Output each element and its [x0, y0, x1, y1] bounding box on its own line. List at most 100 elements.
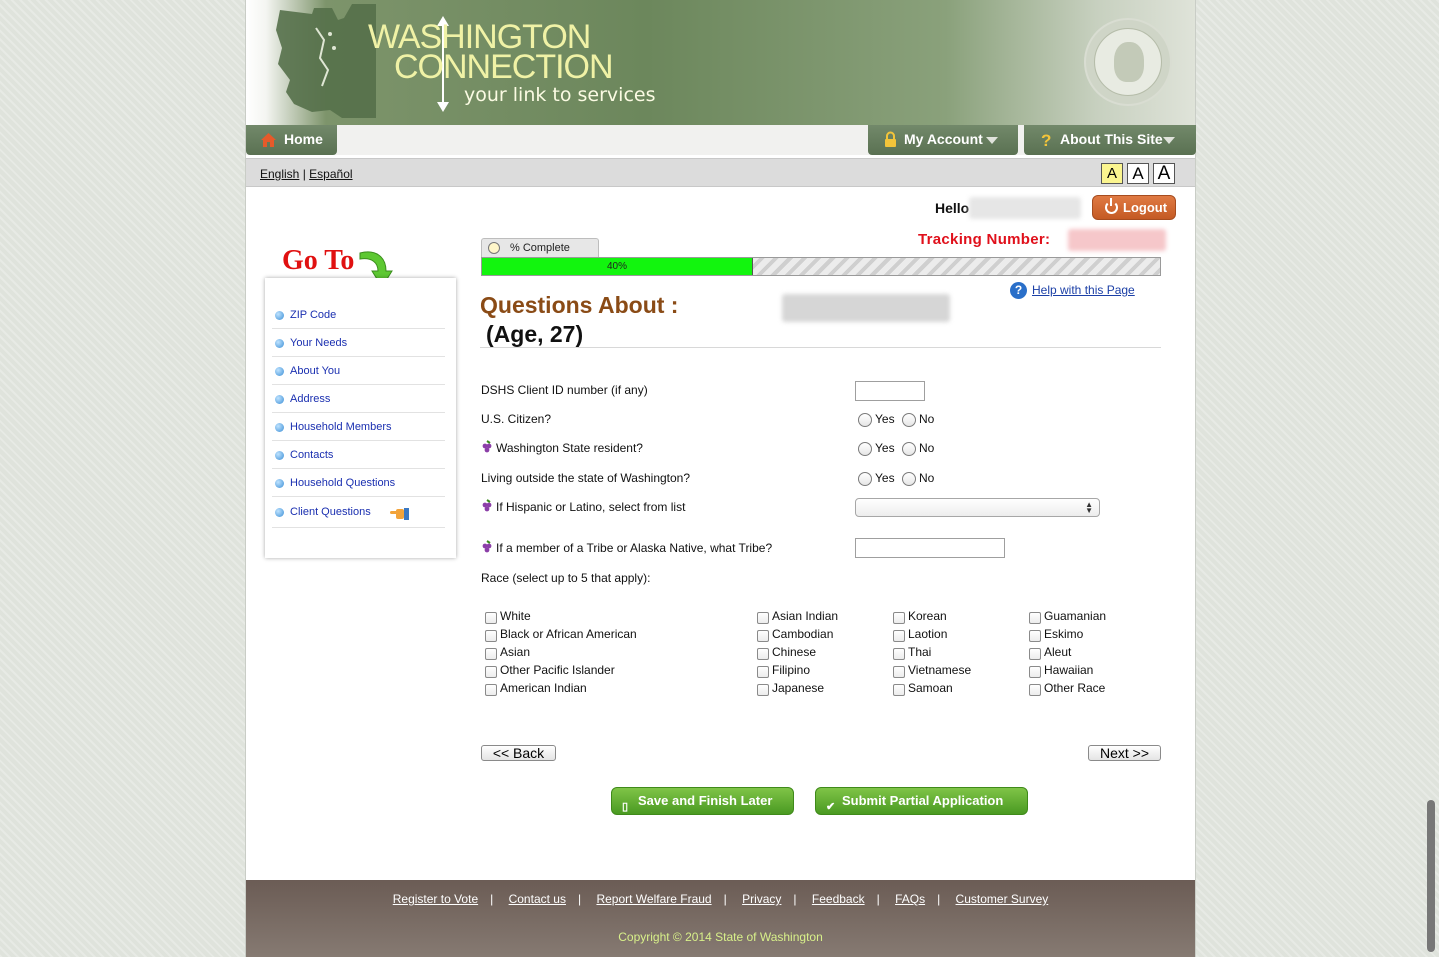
language-english-link[interactable]: English	[260, 167, 299, 181]
footer-link-privacy[interactable]: Privacy	[742, 892, 781, 906]
resident-label-text: Washington State resident?	[496, 441, 643, 455]
outside-yes-radio[interactable]	[858, 472, 872, 486]
citizen-yes-radio[interactable]	[858, 413, 872, 427]
sidebar-item-label: Your Needs	[290, 337, 348, 349]
footer-separator: |	[577, 892, 582, 906]
next-button[interactable]: Next >>	[1088, 745, 1161, 761]
race-checkbox[interactable]	[485, 684, 497, 696]
race-checkbox[interactable]	[893, 684, 905, 696]
language-spanish-link[interactable]: Español	[309, 167, 352, 181]
page-subtitle-age: (Age, 27)	[486, 321, 584, 347]
sidebar-item-about-you[interactable]: About You	[272, 357, 445, 385]
washington-map-icon	[276, 4, 376, 118]
client-id-input[interactable]	[855, 381, 925, 401]
footer-link-register-vote[interactable]: Register to Vote	[393, 892, 478, 906]
race-label-cambodian: Cambodian	[772, 627, 834, 641]
race-checkbox[interactable]	[757, 630, 769, 642]
race-checkbox[interactable]	[1029, 684, 1041, 696]
scrollbar[interactable]	[1427, 800, 1435, 952]
chevron-down-icon	[1163, 137, 1175, 144]
nav-home[interactable]: Home	[246, 125, 337, 155]
sidebar-item-label: ZIP Code	[290, 309, 337, 321]
sidebar-item-household-members[interactable]: Household Members	[272, 413, 445, 441]
bullet-icon	[275, 339, 284, 348]
bullet-icon	[275, 423, 284, 432]
sidebar-item-client-questions[interactable]: Client Questions	[272, 497, 445, 528]
grapes-icon	[482, 499, 492, 512]
sidebar-item-your-needs[interactable]: Your Needs	[272, 329, 445, 357]
race-checkbox[interactable]	[893, 612, 905, 624]
footer-link-faqs[interactable]: FAQs	[895, 892, 925, 906]
page-title: Questions About :	[480, 292, 679, 318]
copyright: Copyright © 2014 State of Washington	[618, 930, 823, 944]
resident-yes-radio[interactable]	[858, 442, 872, 456]
sidebar-item-address[interactable]: Address	[272, 385, 445, 413]
footer-link-customer-survey[interactable]: Customer Survey	[956, 892, 1049, 906]
resident-yes-label: Yes	[875, 441, 895, 455]
logout-button[interactable]: Logout	[1092, 195, 1176, 220]
save-finish-later-label: Save and Finish Later	[638, 793, 773, 808]
tribe-input[interactable]	[855, 538, 1005, 558]
lock-icon	[885, 131, 896, 147]
footer-link-welfare-fraud[interactable]: Report Welfare Fraud	[596, 892, 711, 906]
pointing-hand-icon	[390, 508, 409, 520]
hispanic-label: If Hispanic or Latino, select from list	[481, 499, 685, 514]
race-checkbox[interactable]	[485, 630, 497, 642]
question-icon: ?	[1041, 131, 1051, 148]
nav-my-account[interactable]: My Account	[868, 125, 1018, 155]
race-label-other-race: Other Race	[1044, 681, 1106, 695]
progress-tab-label: % Complete	[510, 242, 570, 254]
race-checkbox[interactable]	[893, 630, 905, 642]
nav-about-site[interactable]: ? About This Site	[1024, 125, 1196, 155]
race-checkbox[interactable]	[893, 666, 905, 678]
submit-partial-button[interactable]: ✔ Submit Partial Application	[815, 787, 1028, 815]
outside-no-radio[interactable]	[902, 472, 916, 486]
footer-link-feedback[interactable]: Feedback	[812, 892, 865, 906]
submit-partial-label: Submit Partial Application	[842, 793, 1004, 808]
help-link[interactable]: ? Help with this Page	[1010, 282, 1135, 299]
citizen-label: U.S. Citizen?	[481, 412, 552, 426]
grapes-icon	[482, 440, 492, 453]
race-label-filipino: Filipino	[772, 663, 811, 677]
race-label-aleut: Aleut	[1044, 645, 1072, 659]
font-size-small-button[interactable]: A	[1101, 163, 1123, 184]
nav-about-site-label: About This Site	[1060, 131, 1163, 147]
footer-link-contact[interactable]: Contact us	[509, 892, 566, 906]
hispanic-select[interactable]: ▲ ▼	[855, 498, 1100, 517]
sidebar-item-zip-code[interactable]: ZIP Code	[272, 301, 445, 329]
sidebar-item-contacts[interactable]: Contacts	[272, 441, 445, 469]
race-checkbox[interactable]	[1029, 666, 1041, 678]
race-checkbox[interactable]	[757, 648, 769, 660]
client-id-label: DSHS Client ID number (if any)	[481, 383, 648, 397]
sidebar: ZIP Code Your Needs About You Address Ho…	[265, 278, 456, 558]
race-checkbox[interactable]	[1029, 612, 1041, 624]
race-checkbox[interactable]	[757, 612, 769, 624]
resident-no-radio[interactable]	[902, 442, 916, 456]
save-finish-later-button[interactable]: ▯ Save and Finish Later	[611, 787, 794, 815]
nav-home-label: Home	[284, 131, 323, 147]
citizen-no-radio[interactable]	[902, 413, 916, 427]
footer: Register to Vote | Contact us | Report Wel…	[246, 880, 1195, 957]
race-checkbox[interactable]	[485, 648, 497, 660]
svg-text:?: ?	[1041, 131, 1051, 148]
race-checkbox[interactable]	[1029, 630, 1041, 642]
outside-label: Living outside the state of Washington?	[481, 471, 691, 485]
progress-value: 40%	[606, 261, 627, 272]
back-button[interactable]: << Back	[481, 745, 556, 761]
race-checkbox[interactable]	[893, 648, 905, 660]
font-size-large-button[interactable]: A	[1153, 163, 1175, 184]
document-icon: ▯	[622, 801, 629, 813]
race-checkbox[interactable]	[1029, 648, 1041, 660]
sidebar-item-label: Contacts	[290, 449, 334, 461]
font-size-medium-button[interactable]: A	[1127, 163, 1149, 184]
race-checkbox[interactable]	[485, 612, 497, 624]
nav-bar: Home My Account ? About This Site	[246, 125, 1196, 155]
clock-icon	[488, 242, 500, 254]
race-label-chinese: Chinese	[772, 645, 817, 659]
hello-text: Hello	[935, 200, 970, 216]
race-checkbox[interactable]	[485, 666, 497, 678]
sidebar-item-household-questions[interactable]: Household Questions	[272, 469, 445, 497]
race-checkbox[interactable]	[757, 666, 769, 678]
language-links: English | Español	[260, 167, 353, 181]
race-checkbox[interactable]	[757, 684, 769, 696]
